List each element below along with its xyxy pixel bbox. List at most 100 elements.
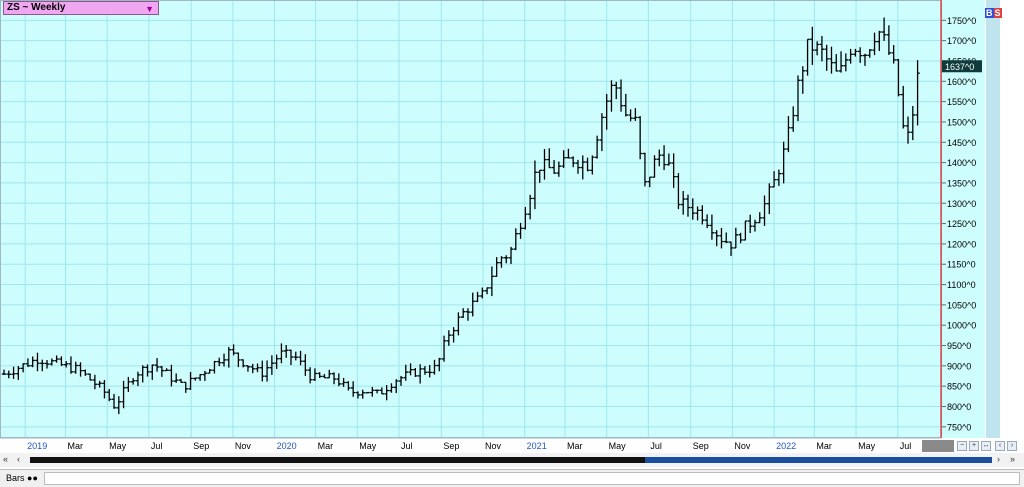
- ohlc-bar: [800, 66, 805, 94]
- ohlc-bar: [226, 346, 232, 368]
- x-tick-label: 2020: [277, 441, 297, 451]
- ohlc-bar: [217, 357, 222, 367]
- x-tick-label: Mar: [67, 441, 83, 451]
- ohlc-bar: [819, 36, 825, 62]
- ohlc-bar: [814, 41, 820, 56]
- ohlc-bar: [59, 356, 64, 366]
- ohlc-bar: [661, 145, 667, 171]
- ohlc-bar: [83, 369, 88, 376]
- pan-right-icon[interactable]: ›: [1007, 441, 1017, 451]
- ohlc-bar: [68, 356, 74, 374]
- ohlc-bar: [556, 161, 562, 177]
- ohlc-bar: [35, 352, 40, 372]
- ohlc-bar: [657, 149, 662, 167]
- ohlc-bar: [298, 350, 303, 366]
- ohlc-bar: [260, 360, 265, 382]
- ohlc-bar: [484, 287, 490, 295]
- y-tick-label: 1700^0: [947, 36, 976, 46]
- y-tick-label: 1150^0: [947, 260, 976, 270]
- ohlc-bar: [331, 372, 337, 385]
- ohlc-bar: [695, 206, 700, 221]
- ohlc-bar: [834, 54, 839, 72]
- ohlc-bar: [422, 366, 428, 375]
- ohlc-bar: [236, 352, 241, 368]
- x-tick-label: Sep: [443, 441, 459, 451]
- ohlc-bar: [207, 368, 212, 374]
- ohlc-bar: [465, 308, 471, 321]
- price-chart[interactable]: 750^0 800^0 850^0 900^0 950^0 1000^0 1050^0 110…: [0, 0, 1024, 453]
- scroll-last-icon[interactable]: »: [1010, 454, 1015, 464]
- x-tick-label: Jul: [650, 441, 662, 451]
- ohlc-bar: [154, 358, 160, 372]
- ohlc-bar: [317, 372, 322, 378]
- ohlc-bar: [757, 212, 762, 224]
- ohlc-bar: [762, 195, 767, 226]
- ohlc-bar: [628, 109, 633, 122]
- ohlc-bar: [389, 383, 394, 393]
- ohlc-bar: [264, 360, 270, 382]
- ohlc-bar: [642, 152, 648, 187]
- ohlc-bar: [197, 373, 203, 381]
- x-tick-label: 2019: [27, 441, 47, 451]
- ohlc-bar: [752, 219, 758, 232]
- ohlc-bar: [480, 287, 485, 299]
- ohlc-bar: [547, 148, 552, 169]
- buy-badge[interactable]: B: [985, 8, 994, 18]
- scroll-right-icon[interactable]: ›: [997, 454, 1000, 464]
- fit-icon[interactable]: ↔: [981, 441, 991, 451]
- ohlc-bar: [374, 389, 380, 394]
- zoom-out-icon[interactable]: −: [957, 441, 967, 451]
- x-tick-label: Jul: [401, 441, 413, 451]
- x-tick-label: Mar: [567, 441, 583, 451]
- last-price-label: 1637^0: [945, 62, 974, 72]
- zoom-in-icon[interactable]: +: [969, 441, 979, 451]
- y-tick-label: 1200^0: [947, 239, 976, 249]
- symbol-selector[interactable]: ZS ~ Weekly ▼: [3, 1, 159, 15]
- ohlc-bar: [73, 361, 78, 374]
- ohlc-bar: [446, 330, 452, 346]
- pan-left-icon[interactable]: ‹: [995, 441, 1005, 451]
- ohlc-bar: [164, 368, 169, 372]
- ohlc-bar: [293, 351, 298, 361]
- scroll-corner: [922, 440, 954, 452]
- ohlc-bar: [427, 364, 432, 378]
- ohlc-bar: [724, 232, 729, 244]
- chart-type-icon: ●●: [27, 473, 38, 483]
- ohlc-bar: [570, 156, 576, 168]
- ohlc-bar: [594, 135, 600, 159]
- ohlc-bar: [274, 354, 279, 369]
- ohlc-bar: [360, 389, 365, 399]
- ohlc-bar: [54, 355, 59, 363]
- scroll-first-icon[interactable]: «: [3, 454, 8, 464]
- y-tick-label: 1100^0: [947, 280, 976, 290]
- ohlc-bar: [881, 17, 887, 41]
- y-tick-label: 1400^0: [947, 158, 976, 168]
- ohlc-bar: [523, 207, 528, 230]
- ohlc-bar: [102, 380, 107, 399]
- x-tick-label: May: [359, 441, 377, 451]
- ohlc-bar: [551, 159, 557, 174]
- x-tick-label: Jul: [900, 441, 912, 451]
- x-tick-label: Jul: [151, 441, 163, 451]
- ohlc-bar: [140, 365, 145, 383]
- ohlc-bar: [504, 255, 509, 264]
- ohlc-bar: [609, 80, 614, 112]
- ohlc-bar: [150, 364, 155, 380]
- chart-type-label[interactable]: Bars ●●: [6, 473, 38, 483]
- ohlc-bar: [709, 214, 715, 240]
- ohlc-bar: [905, 116, 911, 144]
- scroll-thumb[interactable]: [645, 457, 992, 463]
- x-tick-label: Nov: [235, 441, 252, 451]
- x-tick-label: Nov: [485, 441, 502, 451]
- scroll-left-icon[interactable]: ‹: [17, 454, 20, 464]
- ohlc-bar: [585, 157, 590, 172]
- ohlc-bar: [370, 386, 375, 397]
- ohlc-bar: [690, 198, 695, 220]
- dropdown-arrow-icon[interactable]: ▼: [145, 3, 154, 15]
- ohlc-bar: [173, 373, 179, 383]
- ohlc-bar: [279, 343, 284, 364]
- ohlc-bar: [614, 81, 619, 100]
- ohlc-bar: [456, 312, 461, 336]
- sell-badge[interactable]: S: [993, 8, 1002, 18]
- buy-sell-badge[interactable]: BS: [985, 8, 1002, 18]
